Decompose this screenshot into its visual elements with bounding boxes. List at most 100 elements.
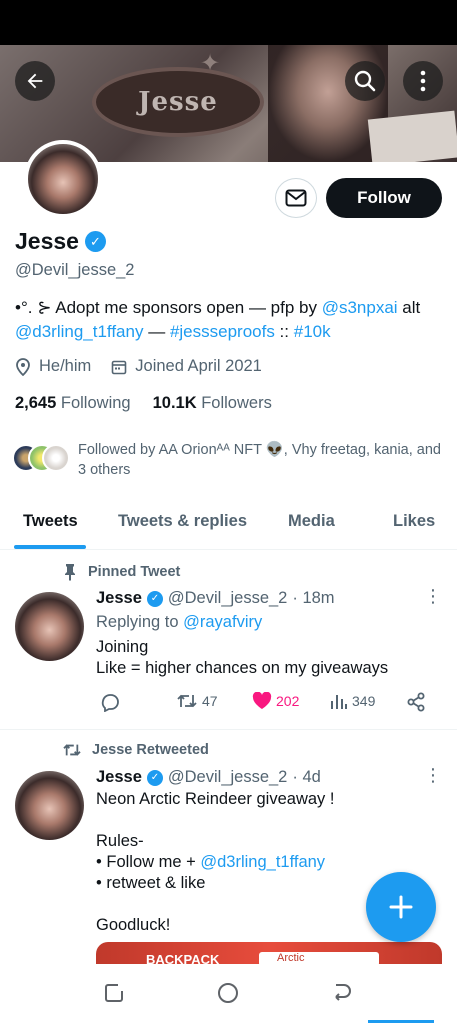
scroll-indicator	[368, 1020, 434, 1023]
follow-button[interactable]: Follow	[326, 178, 442, 218]
bio-hashtag-link[interactable]: #jessseproofs	[170, 322, 275, 341]
profile-meta: He/him Joined April 2021	[15, 357, 262, 376]
bio-text: alt	[397, 298, 421, 317]
following-label: Following	[60, 394, 131, 412]
tweet-mention-link[interactable]: @d3rling_t1ffany	[200, 853, 325, 871]
heart-filled-icon	[252, 692, 272, 709]
reply-button[interactable]	[100, 692, 120, 712]
tweet-author-handle: @Devil_jesse_2	[167, 589, 288, 607]
bio-text: —	[143, 322, 170, 341]
calendar-icon	[111, 360, 127, 374]
media-search-box: Arctic	[259, 952, 379, 964]
verified-badge-icon: ✓	[146, 590, 163, 607]
tweet-time: · 4d	[292, 768, 321, 786]
profile-name-row: Jesse ✓	[15, 228, 106, 255]
android-navigation-bar	[0, 964, 457, 1024]
profile-handle: @Devil_jesse_2	[15, 261, 135, 279]
tweet-avatar[interactable]	[15, 592, 84, 661]
tweet-author-handle: @Devil_jesse_2	[167, 768, 288, 786]
tweet-text-line: Rules-	[96, 832, 144, 850]
retweet-count: 47	[202, 693, 218, 709]
banner-text: Jesse	[138, 87, 218, 117]
tweet-media-image[interactable]: BACKPACK Arctic	[96, 942, 442, 964]
followers-stat[interactable]: 10.1K Followers	[153, 394, 272, 413]
tweet-text-line: Like = higher chances on my giveaways	[96, 659, 389, 677]
bio-mention-link[interactable]: @d3rling_t1ffany	[15, 322, 143, 341]
status-bar	[0, 0, 457, 45]
tab-tweets-replies[interactable]: Tweets & replies	[118, 512, 247, 531]
tweet-author-name[interactable]: Jesse	[96, 768, 142, 787]
retweet-context: Jesse Retweeted	[62, 742, 209, 758]
media-label: BACKPACK	[146, 952, 220, 964]
back-button[interactable]	[15, 61, 55, 101]
back-arrow-icon	[27, 73, 43, 89]
tweet-author-name[interactable]: Jesse	[96, 589, 142, 608]
tweet-text-line: Joining	[96, 638, 149, 656]
profile-avatar[interactable]	[24, 140, 102, 218]
rule-text: • Follow me +	[96, 853, 201, 871]
following-stat[interactable]: 2,645 Following	[15, 394, 131, 413]
message-button[interactable]	[275, 178, 317, 218]
tweet-text-line: • Follow me + @d3rling_t1ffany	[96, 852, 441, 873]
bio-text: ::	[274, 322, 294, 341]
home-icon[interactable]	[217, 982, 239, 1004]
active-tab-indicator	[14, 545, 86, 549]
tweet-more-icon[interactable]: ⋮	[424, 587, 442, 605]
banner-paper	[367, 110, 457, 162]
following-count: 2,645	[15, 394, 57, 412]
profile-tabs: Tweets Tweets & replies Media Likes	[0, 500, 457, 550]
tweet-header: Jesse ✓ @Devil_jesse_2 · 18m	[96, 589, 335, 608]
followers-count: 10.1K	[152, 394, 197, 412]
views-button[interactable]: 349	[330, 692, 375, 710]
plus-icon	[389, 895, 413, 919]
more-options-button[interactable]	[403, 61, 443, 101]
tab-media[interactable]: Media	[288, 512, 335, 531]
profile-name: Jesse	[15, 228, 79, 254]
compose-tweet-button[interactable]	[366, 872, 436, 942]
retweet-icon	[177, 694, 197, 708]
tweet-text-line: Neon Arctic Reindeer giveaway !	[96, 790, 335, 808]
followed-by-row[interactable]: Followed by AA Orionᴬᴬ NFT 👽, Vhy freeta…	[12, 440, 446, 480]
tab-likes[interactable]: Likes	[393, 512, 435, 531]
bio-mention-link[interactable]: @s3npxai	[322, 298, 398, 317]
pinned-label: Pinned Tweet	[88, 564, 181, 580]
tweet-separator	[0, 729, 457, 730]
follower-avatars	[12, 440, 72, 474]
tweet-more-icon[interactable]: ⋮	[424, 766, 442, 784]
reply-icon	[101, 694, 119, 712]
mail-icon	[285, 189, 307, 207]
replying-to-link[interactable]: @rayafviry	[183, 613, 262, 631]
retweet-button[interactable]: 47	[176, 692, 218, 710]
followers-label: Followers	[201, 394, 272, 412]
replying-to-line: Replying to @rayafviry	[96, 612, 441, 633]
bio-hashtag-link[interactable]: #10k	[294, 322, 331, 341]
retweeted-label: Jesse Retweeted	[92, 742, 209, 758]
tweet-header: Jesse ✓ @Devil_jesse_2 · 4d	[96, 768, 321, 787]
share-icon	[407, 692, 425, 712]
followed-by-text: Followed by AA Orionᴬᴬ NFT 👽, Vhy freeta…	[78, 442, 441, 478]
replying-prefix: Replying to	[96, 613, 184, 631]
back-nav-icon[interactable]	[331, 982, 353, 1004]
share-button[interactable]	[406, 692, 426, 712]
follow-stats: 2,645 Following 10.1K Followers	[15, 394, 272, 413]
location-pin-icon	[16, 357, 30, 376]
joined-text: Joined April 2021	[135, 357, 262, 375]
tweet-body: Replying to @rayafviry Joining Like = hi…	[96, 612, 441, 679]
tweet-time: · 18m	[292, 589, 335, 607]
pin-icon	[65, 564, 75, 581]
search-button[interactable]	[345, 61, 385, 101]
retweet-icon	[63, 744, 81, 756]
verified-badge-icon: ✓	[84, 231, 106, 252]
banner-name-plate: Jesse	[92, 67, 264, 137]
pronouns-item: He/him	[15, 357, 91, 376]
pronouns-text: He/him	[39, 357, 92, 375]
tweet-avatar[interactable]	[15, 771, 84, 840]
views-chart-icon	[331, 695, 347, 709]
vertical-dots-icon	[420, 70, 426, 92]
like-button[interactable]: 202	[252, 692, 299, 710]
profile-bio: •°. ⊱ Adopt me sponsors open — pfp by @s…	[15, 296, 445, 344]
recent-apps-icon[interactable]	[103, 982, 125, 1004]
tab-tweets[interactable]: Tweets	[23, 512, 78, 531]
follower-avatar	[42, 444, 70, 472]
